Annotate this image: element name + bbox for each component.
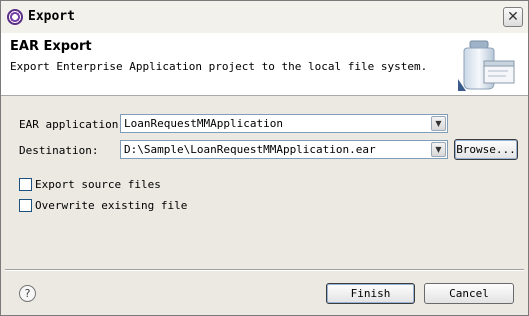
- title-bar: Export ✕: [1, 1, 528, 33]
- close-button[interactable]: ✕: [503, 7, 523, 27]
- jar-export-icon: [458, 40, 515, 91]
- chevron-down-icon[interactable]: ▼: [431, 142, 446, 157]
- overwrite-existing-checkbox[interactable]: [19, 199, 32, 212]
- eclipse-icon: [7, 9, 23, 25]
- export-dialog: Export ✕ EAR Export Export Enterprise Ap…: [0, 0, 529, 316]
- footer-separator: [5, 269, 524, 271]
- window-title: Export: [28, 9, 75, 24]
- browse-button-label: Browse...: [456, 143, 516, 156]
- export-source-files-label: Export source files: [35, 178, 161, 191]
- banner-description: Export Enterprise Application project to…: [10, 60, 428, 73]
- close-icon: ✕: [507, 9, 519, 25]
- banner-title: EAR Export: [10, 39, 92, 54]
- wizard-banner: EAR Export Export Enterprise Application…: [1, 33, 528, 96]
- export-source-files-checkbox[interactable]: [19, 178, 32, 191]
- cancel-button-label: Cancel: [449, 287, 489, 300]
- finish-button-label: Finish: [350, 287, 391, 300]
- finish-button[interactable]: Finish: [326, 283, 415, 304]
- browse-button[interactable]: Browse...: [454, 139, 518, 160]
- export-source-files-option[interactable]: Export source files: [19, 178, 161, 191]
- cancel-button[interactable]: Cancel: [424, 283, 514, 304]
- ear-application-value: LoanRequestMMApplication: [124, 117, 283, 130]
- help-icon[interactable]: ?: [19, 285, 36, 302]
- overwrite-existing-option[interactable]: Overwrite existing file: [19, 199, 187, 212]
- destination-value: D:\Sample\LoanRequestMMApplication.ear: [124, 143, 376, 156]
- ear-application-select[interactable]: LoanRequestMMApplication ▼: [120, 114, 448, 133]
- overwrite-existing-label: Overwrite existing file: [35, 199, 188, 212]
- chevron-down-icon[interactable]: ▼: [431, 116, 446, 131]
- ear-application-label: EAR application:: [19, 118, 125, 131]
- destination-combo[interactable]: D:\Sample\LoanRequestMMApplication.ear ▼: [120, 140, 448, 159]
- destination-label: Destination:: [19, 144, 99, 157]
